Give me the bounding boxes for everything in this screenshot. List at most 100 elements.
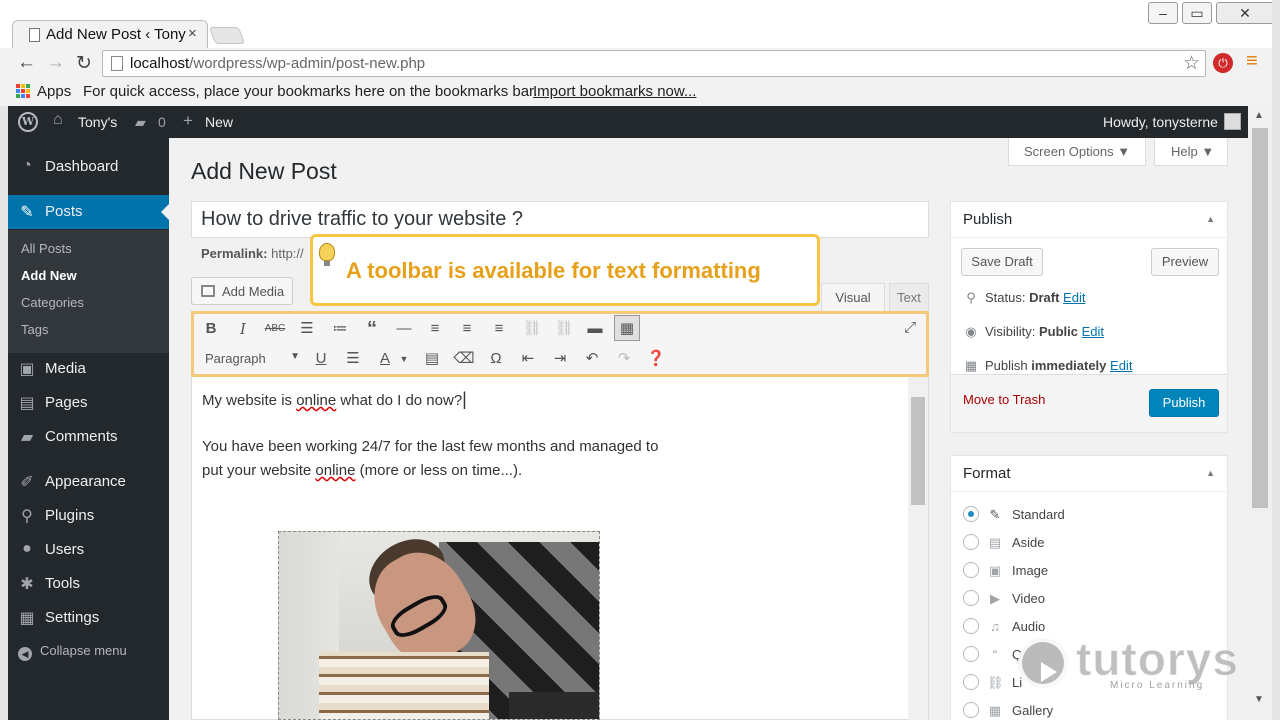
new-content-link[interactable]: New (205, 114, 233, 130)
keyboard-shortcuts-icon[interactable]: ❓ (643, 346, 669, 372)
collapse-triangle-icon[interactable]: ▲ (1206, 468, 1215, 478)
browser-tab[interactable]: Add New Post ‹ Tony × (12, 20, 208, 48)
italic-icon[interactable]: I (230, 316, 256, 342)
sidebar-item-appearance[interactable]: ✐ Appearance (8, 465, 169, 499)
toolbar-toggle-icon[interactable]: ▦ (614, 315, 640, 341)
underline-icon[interactable]: U (308, 346, 334, 372)
chrome-menu-icon[interactable]: ≡ (1246, 50, 1258, 73)
format-select[interactable]: Paragraph ▼ (200, 347, 304, 371)
format-option-standard[interactable]: ✎ Standard (963, 506, 1065, 523)
sidebar-item-posts[interactable]: ✎ Posts (8, 195, 169, 229)
edit-visibility-link[interactable]: Edit (1082, 324, 1104, 339)
radio-button[interactable] (963, 618, 979, 634)
back-arrow-icon[interactable]: ← (17, 52, 36, 74)
scroll-up-icon[interactable]: ▲ (1254, 110, 1264, 121)
submenu-categories[interactable]: Categories (21, 295, 84, 310)
editor-content[interactable]: My website is online what do I do now?| … (191, 377, 929, 720)
remove-link-icon[interactable]: ⛓ (551, 316, 577, 342)
radio-button[interactable] (963, 646, 979, 662)
screen-options-button[interactable]: Screen Options ▼ (1008, 138, 1146, 166)
sidebar-item-pages[interactable]: ▤ Pages (8, 386, 169, 420)
format-option-image[interactable]: ▣ Image (963, 562, 1048, 579)
paste-text-icon[interactable]: ▤ (419, 346, 445, 372)
site-name-link[interactable]: Tony's (78, 114, 117, 130)
reload-icon[interactable]: ↻ (76, 52, 92, 75)
maximize-button[interactable]: ▭ (1182, 2, 1212, 24)
special-character-icon[interactable]: Ω (483, 346, 509, 372)
bookmark-star-icon[interactable]: ☆ (1183, 52, 1200, 75)
scrollbar-thumb[interactable] (911, 397, 925, 505)
collapse-menu-button[interactable]: ◀ Collapse menu (18, 643, 127, 661)
sidebar-item-comments[interactable]: ▰ Comments (8, 420, 169, 454)
sidebar-item-plugins[interactable]: ⚲ Plugins (8, 499, 169, 533)
edit-status-link[interactable]: Edit (1063, 290, 1085, 305)
publish-box-header[interactable]: Publish ▲ (951, 202, 1227, 238)
submenu-all-posts[interactable]: All Posts (21, 241, 72, 256)
home-icon[interactable]: ⌂ (53, 111, 63, 129)
redo-icon[interactable]: ↷ (611, 346, 637, 372)
bulleted-list-icon[interactable]: ☰ (294, 316, 320, 342)
close-window-button[interactable]: ✕ (1216, 2, 1274, 24)
format-option-link[interactable]: ⛓ Li (963, 674, 1022, 691)
add-media-button[interactable]: Add Media (191, 277, 293, 305)
text-color-caret-icon[interactable]: ▼ (391, 346, 417, 372)
avatar[interactable] (1224, 113, 1241, 130)
preview-button[interactable]: Preview (1151, 248, 1219, 276)
justify-icon[interactable]: ☰ (340, 346, 366, 372)
read-more-icon[interactable]: ▬ (582, 316, 608, 342)
comments-icon[interactable]: ▰ (135, 114, 146, 131)
publish-button[interactable]: Publish (1149, 389, 1219, 417)
insert-link-icon[interactable]: ⛓ (519, 316, 545, 342)
comments-count[interactable]: 0 (158, 114, 166, 130)
radio-button[interactable] (963, 674, 979, 690)
plus-icon[interactable]: + (183, 111, 193, 131)
forward-arrow-icon[interactable]: → (46, 52, 65, 74)
edit-schedule-link[interactable]: Edit (1110, 358, 1132, 373)
horizontal-line-icon[interactable]: — (391, 316, 417, 342)
minimize-button[interactable]: – (1148, 2, 1178, 24)
sidebar-item-users[interactable]: ● Users (8, 533, 169, 567)
apps-label[interactable]: Apps (37, 83, 71, 100)
permalink-url[interactable]: http:// (271, 246, 304, 261)
help-button[interactable]: Help ▼ (1154, 138, 1228, 166)
move-to-trash-link[interactable]: Move to Trash (963, 392, 1045, 407)
collapse-triangle-icon[interactable]: ▲ (1206, 214, 1215, 224)
tab-close-icon[interactable]: × (188, 25, 197, 42)
format-option-quote[interactable]: “Q (963, 646, 1022, 662)
save-draft-button[interactable]: Save Draft (961, 248, 1043, 276)
post-title-input[interactable]: How to drive traffic to your website ? (191, 201, 929, 238)
sidebar-item-media[interactable]: ▣ Media (8, 352, 169, 386)
wordpress-logo-icon[interactable]: W (18, 112, 38, 132)
fullscreen-icon[interactable]: ⤢ (897, 315, 923, 341)
strikethrough-icon[interactable]: ABC (262, 316, 288, 342)
undo-icon[interactable]: ↶ (579, 346, 605, 372)
radio-button[interactable] (963, 534, 979, 550)
format-option-aside[interactable]: ▤ Aside (963, 534, 1045, 551)
outdent-icon[interactable]: ⇤ (515, 346, 541, 372)
radio-button[interactable] (963, 590, 979, 606)
sidebar-item-settings[interactable]: ▦ Settings (8, 601, 169, 635)
radio-button[interactable] (963, 506, 979, 522)
radio-button[interactable] (963, 702, 979, 718)
tab-visual[interactable]: Visual (821, 283, 885, 311)
format-option-gallery[interactable]: ▦ Gallery (963, 702, 1053, 719)
clear-formatting-icon[interactable]: ⌫ (451, 346, 477, 372)
editor-scrollbar[interactable] (908, 377, 928, 720)
tab-text[interactable]: Text (889, 283, 929, 311)
scroll-down-icon[interactable]: ▼ (1254, 694, 1264, 705)
blockquote-icon[interactable]: “ (359, 316, 385, 342)
apps-grid-icon[interactable] (16, 84, 30, 98)
align-center-icon[interactable]: ≡ (454, 316, 480, 342)
indent-icon[interactable]: ⇥ (547, 346, 573, 372)
new-tab-button[interactable] (208, 27, 246, 44)
extension-power-icon[interactable]: ⏻ (1213, 53, 1233, 73)
align-left-icon[interactable]: ≡ (422, 316, 448, 342)
address-bar[interactable]: localhost/wordpress/wp-admin/post-new.ph… (102, 50, 1206, 77)
bold-icon[interactable]: B (198, 316, 224, 342)
sidebar-item-tools[interactable]: ✱ Tools (8, 567, 169, 601)
post-image[interactable] (278, 531, 600, 720)
howdy-user[interactable]: Howdy, tonysterne (1103, 114, 1218, 130)
submenu-tags[interactable]: Tags (21, 322, 48, 337)
align-right-icon[interactable]: ≡ (486, 316, 512, 342)
format-box-header[interactable]: Format ▲ (951, 456, 1227, 492)
